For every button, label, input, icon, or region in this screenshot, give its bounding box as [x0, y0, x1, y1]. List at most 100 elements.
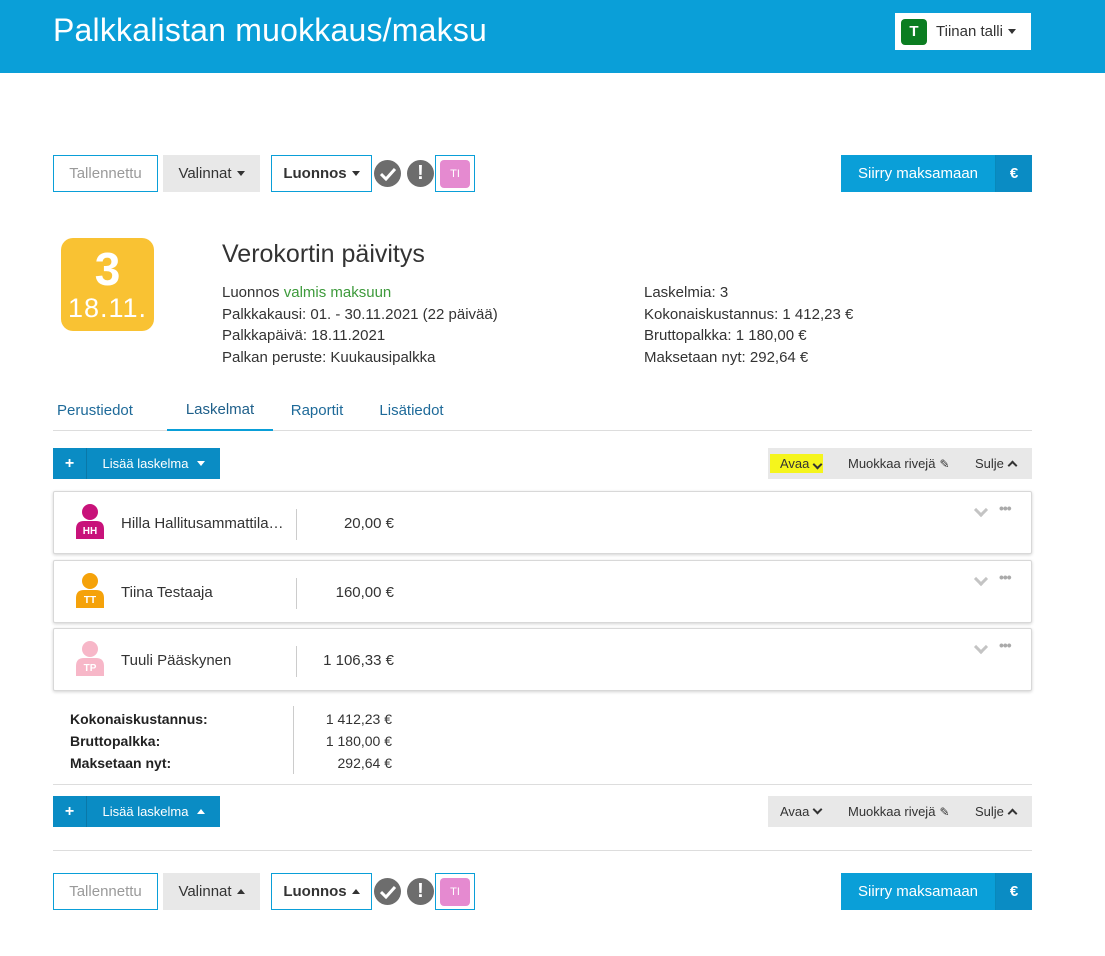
saved-button[interactable]: Tallennettu: [53, 155, 158, 192]
status-dropdown[interactable]: Luonnos: [271, 155, 372, 192]
chevron-up-icon: [1007, 460, 1018, 471]
add-calculation-label: Lisää laskelma: [102, 456, 189, 471]
gross-text: Bruttopalkka: 1 180,00 €: [644, 327, 807, 344]
calculation-card[interactable]: TP Tuuli Pääskynen 1 106,33 € •••: [53, 628, 1032, 691]
edit-rows-label: Muokkaa rivejä: [848, 804, 936, 819]
rows-action-bar: Avaa Muokkaa rivejä ✎ Sulje: [768, 796, 1032, 827]
rows-action-bar: Avaa Muokkaa rivejä ✎ Sulje: [768, 448, 1032, 479]
pay-date-text: Palkkapäivä: 18.11.2021: [222, 327, 386, 344]
chevron-down-icon: [812, 459, 823, 470]
divider: [293, 706, 294, 774]
totals-labels: Kokonaiskustannus: Bruttopalkka: Makseta…: [70, 708, 208, 774]
go-to-payment-button[interactable]: Siirry maksamaan €: [841, 155, 1032, 192]
options-label: Valinnat: [178, 883, 232, 900]
options-label: Valinnat: [178, 165, 232, 182]
gross-label: Bruttopalkka:: [70, 733, 161, 749]
add-calculation-button[interactable]: + Lisää laskelma: [53, 448, 220, 479]
stable-avatar: T: [901, 18, 927, 45]
tab-reports[interactable]: Raportit: [283, 390, 351, 431]
calculation-count: 3: [94, 243, 121, 295]
payrun-info-left: Luonnos valmis maksuun Palkkakausi: 01. …: [222, 282, 498, 368]
tab-calculations[interactable]: Laskelmat: [167, 390, 273, 431]
check-icon[interactable]: [374, 878, 401, 905]
pay-now-text: Maksetaan nyt: 292,64 €: [644, 348, 809, 366]
go-to-payment-button[interactable]: Siirry maksamaan €: [841, 873, 1032, 910]
person-initials: HH: [82, 526, 98, 537]
tab-basics[interactable]: Perustiedot: [53, 390, 137, 431]
plus-icon: +: [53, 448, 87, 479]
open-all-button[interactable]: Avaa: [770, 448, 824, 479]
bottom-toolbar: Tallennettu Valinnat Luonnos ! TI Siirry…: [53, 873, 1032, 910]
open-all-button[interactable]: Avaa: [780, 796, 823, 827]
pay-now-value: 292,64 €: [337, 755, 393, 771]
euro-icon: €: [996, 873, 1032, 910]
calc-count-text: Laskelmia: 3: [644, 284, 729, 301]
pencil-icon: ✎: [939, 456, 950, 471]
saved-button[interactable]: Tallennettu: [53, 873, 158, 910]
user-avatar-button[interactable]: TI: [435, 873, 475, 910]
caret-up-icon: [351, 889, 360, 894]
pencil-icon: ✎: [939, 804, 950, 819]
payment-label: Siirry maksamaan: [841, 873, 996, 910]
close-all-button[interactable]: Sulje: [975, 796, 1018, 827]
add-calculation-button[interactable]: + Lisää laskelma: [53, 796, 220, 827]
total-cost-label: Kokonaiskustannus:: [70, 711, 208, 727]
stable-selector[interactable]: T Tiinan talli: [895, 13, 1031, 50]
user-avatar-button[interactable]: TI: [435, 155, 475, 192]
divider: [296, 578, 297, 609]
status-line: Luonnos valmis maksuun: [222, 282, 498, 304]
calculation-card[interactable]: HH Hilla Hallitusammattilainen 20,00 € •…: [53, 491, 1032, 554]
expand-chevron-icon[interactable]: [973, 639, 989, 655]
person-initials: TP: [83, 663, 97, 674]
payrun-title: Verokortin päivitys: [222, 240, 425, 268]
divider: [53, 850, 1032, 851]
close-label: Sulje: [975, 804, 1004, 819]
options-dropdown[interactable]: Valinnat: [163, 155, 260, 192]
gross-value: 1 180,00 €: [325, 733, 392, 749]
caret-up-icon: [196, 809, 205, 814]
expand-chevron-icon[interactable]: [973, 502, 989, 518]
caret-down-icon: [351, 171, 360, 176]
edit-rows-button[interactable]: Muokkaa rivejä ✎: [848, 796, 950, 827]
totals-values: 1 412,23 € 1 180,00 € 292,64 €: [300, 708, 392, 774]
total-cost-text: Kokonaiskustannus: 1 412,23 €: [644, 305, 854, 323]
check-icon[interactable]: [374, 160, 401, 187]
status-dropdown[interactable]: Luonnos: [271, 873, 372, 910]
avatar: TI: [440, 159, 470, 188]
salary-basis-text: Palkan peruste: Kuukausipalkka: [222, 348, 436, 366]
more-options-icon[interactable]: •••: [999, 637, 1012, 653]
more-options-icon[interactable]: •••: [999, 500, 1012, 516]
more-options-icon[interactable]: •••: [999, 569, 1012, 585]
employee-name: Tuuli Pääskynen: [121, 652, 232, 669]
employee-name: Tiina Testaaja: [121, 584, 213, 601]
tab-bar: Perustiedot Laskelmat Raportit Lisätiedo…: [53, 390, 1032, 431]
employee-name: Hilla Hallitusammattilainen: [121, 515, 286, 532]
edit-rows-label: Muokkaa rivejä: [848, 456, 936, 471]
calculation-amount: 160,00 €: [335, 584, 394, 601]
caret-down-icon: [236, 171, 245, 176]
caret-down-icon: [1007, 29, 1016, 34]
divider: [53, 784, 1032, 785]
edit-rows-button[interactable]: Muokkaa rivejä ✎: [848, 448, 950, 479]
open-label: Avaa: [780, 804, 810, 819]
ready-text: valmis maksuun: [283, 284, 392, 301]
options-dropdown[interactable]: Valinnat: [163, 873, 260, 910]
top-header: Palkkalistan muokkaus/maksu T Tiinan tal…: [0, 0, 1105, 73]
warning-icon[interactable]: !: [407, 878, 434, 905]
person-initials: TT: [83, 595, 97, 606]
pay-now-label: Maksetaan nyt:: [70, 755, 172, 771]
total-cost-value: 1 412,23 €: [325, 711, 392, 727]
expand-chevron-icon[interactable]: [973, 571, 989, 587]
close-all-button[interactable]: Sulje: [975, 448, 1018, 479]
plus-icon: +: [53, 796, 87, 827]
page-title: Palkkalistan muokkaus/maksu: [53, 12, 488, 48]
calculation-card[interactable]: TT Tiina Testaaja 160,00 € •••: [53, 560, 1032, 623]
add-calculation-label: Lisää laskelma: [102, 804, 189, 819]
divider: [296, 509, 297, 540]
chevron-up-icon: [1007, 808, 1018, 819]
divider: [296, 646, 297, 677]
warning-icon[interactable]: !: [407, 160, 434, 187]
status-label: Luonnos: [283, 165, 347, 182]
tab-additional-info[interactable]: Lisätiedot: [373, 390, 450, 431]
caret-up-icon: [236, 889, 245, 894]
